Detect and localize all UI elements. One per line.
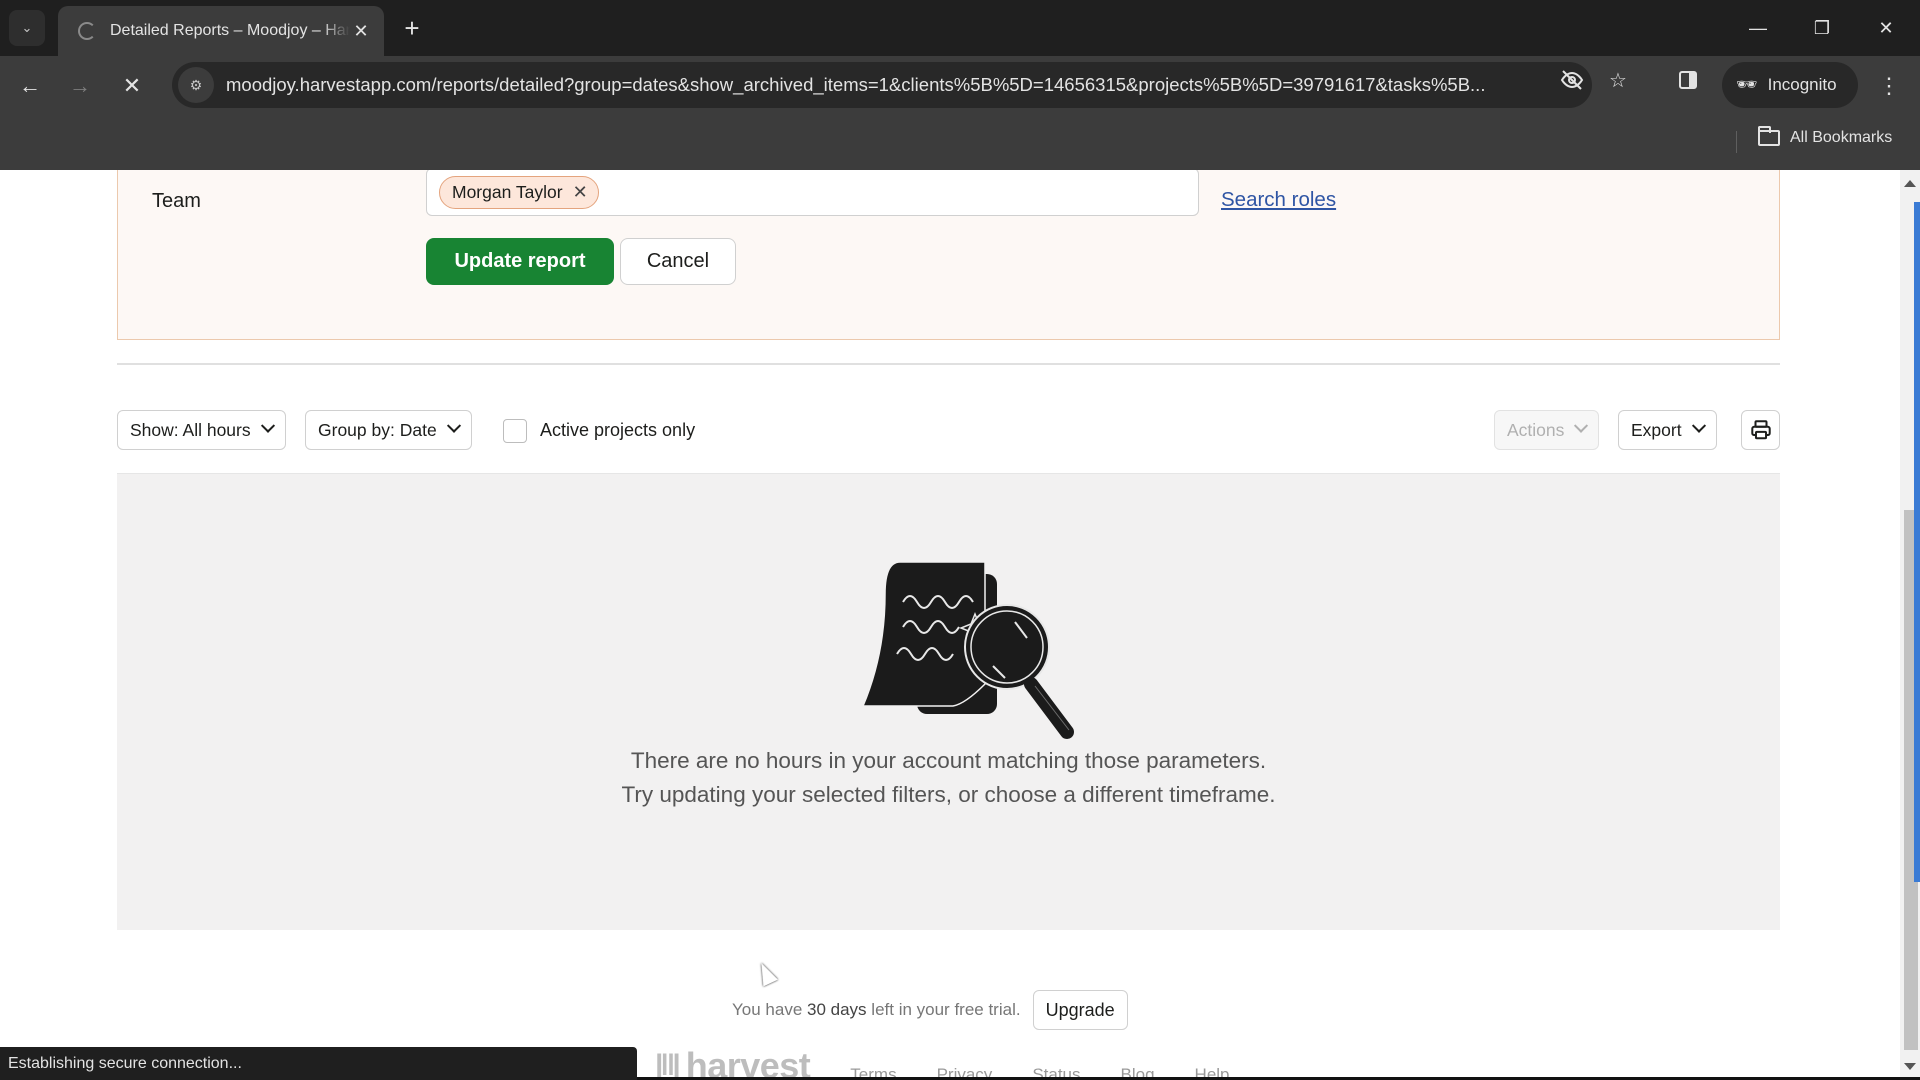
browser-status-bar: Establishing secure connection... (0, 1047, 637, 1080)
actions-dropdown[interactable]: Actions (1494, 410, 1600, 450)
scroll-thumb[interactable] (1914, 202, 1920, 882)
upgrade-button[interactable]: Upgrade (1032, 990, 1128, 1030)
site-settings-icon[interactable]: ⚙ (178, 67, 214, 103)
harvest-logo-text: harvest (685, 1045, 811, 1080)
window-close-button[interactable]: ✕ (1854, 0, 1918, 56)
show-hours-dropdown[interactable]: Show: All hours (117, 410, 286, 450)
folder-icon (1758, 126, 1780, 146)
scroll-up-arrow-icon[interactable] (1904, 180, 1916, 187)
loading-spinner-icon (78, 22, 96, 40)
chevron-down-icon (446, 418, 461, 433)
actions-label: Actions (1507, 419, 1565, 440)
update-report-button[interactable]: Update report (426, 238, 614, 285)
chevron-down-icon: ⌄ (21, 20, 33, 35)
team-chip-label: Morgan Taylor (452, 182, 563, 202)
eye-off-icon[interactable] (1558, 66, 1586, 94)
print-button[interactable] (1741, 410, 1780, 450)
empty-message-line2: Try updating your selected filters, or c… (621, 782, 1276, 807)
side-panel-icon[interactable] (1674, 66, 1702, 94)
export-dropdown[interactable]: Export (1618, 410, 1717, 450)
active-projects-label[interactable]: Active projects only (540, 420, 695, 441)
report-filter-panel: Team Morgan Taylor ✕ Search roles Update… (117, 170, 1780, 340)
trial-prefix: You have (732, 1000, 803, 1019)
forward-button[interactable]: → (62, 68, 98, 104)
printer-icon (1750, 420, 1771, 440)
bookmarks-bar: All Bookmarks (0, 115, 1920, 170)
address-bar[interactable]: ⚙ moodjoy.harvestapp.com/reports/detaile… (172, 62, 1592, 108)
export-label: Export (1631, 419, 1682, 440)
team-select-input[interactable]: Morgan Taylor ✕ (426, 170, 1199, 216)
search-roles-link[interactable]: Search roles (1221, 188, 1336, 212)
all-bookmarks-label: All Bookmarks (1790, 129, 1893, 146)
remove-chip-icon[interactable]: ✕ (573, 182, 588, 203)
restore-button[interactable]: ❐ (1790, 0, 1854, 56)
empty-results-panel: There are no hours in your account match… (117, 473, 1780, 930)
minimize-button[interactable]: — (1726, 0, 1790, 56)
scroll-down-arrow-icon[interactable] (1904, 1063, 1916, 1070)
chevron-down-icon (260, 418, 275, 433)
url-text[interactable]: moodjoy.harvestapp.com/reports/detailed?… (226, 74, 1551, 96)
bookmark-star-icon[interactable]: ☆ (1604, 66, 1632, 94)
browser-tabstrip: ⌄ Detailed Reports – Moodjoy – Harvest ✕… (0, 0, 1920, 56)
mouse-cursor-icon (754, 959, 778, 987)
tab-search-button[interactable]: ⌄ (9, 10, 45, 46)
section-divider (117, 363, 1780, 365)
page-footer: |‖| harvest Terms Privacy Status Blog He… (655, 1045, 1230, 1080)
incognito-label: Incognito (1767, 75, 1837, 94)
new-tab-button[interactable]: + (396, 12, 428, 44)
trial-suffix: left in your free trial. (871, 1000, 1021, 1019)
browser-toolbar: ← → ✕ ⚙ moodjoy.harvestapp.com/reports/d… (0, 56, 1920, 115)
incognito-icon: 🕶 (1736, 75, 1758, 94)
tab-title: Detailed Reports – Moodjoy – Harvest (110, 22, 350, 39)
team-chip: Morgan Taylor ✕ (439, 176, 599, 209)
trial-notice: You have 30 days left in your free trial… (732, 990, 1128, 1030)
active-projects-checkbox[interactable] (503, 419, 527, 443)
stop-loading-button[interactable]: ✕ (114, 68, 150, 104)
chevron-down-icon (1574, 418, 1589, 433)
cancel-button[interactable]: Cancel (620, 238, 736, 285)
bookmarks-separator (1736, 131, 1737, 153)
browser-menu-icon[interactable]: ⋮ (1874, 68, 1904, 104)
page-content: Team Morgan Taylor ✕ Search roles Update… (0, 170, 1900, 1080)
group-by-label: Group by: Date (318, 419, 437, 440)
harvest-logo[interactable]: |‖| harvest (655, 1045, 811, 1080)
show-hours-label: Show: All hours (130, 419, 251, 440)
group-by-dropdown[interactable]: Group by: Date (305, 410, 472, 450)
incognito-indicator[interactable]: 🕶 Incognito (1722, 62, 1858, 108)
page-scrollbar[interactable] (1900, 170, 1920, 1080)
all-bookmarks-button[interactable]: All Bookmarks (1758, 126, 1893, 147)
trial-days: 30 days (807, 1000, 867, 1019)
harvest-logo-mark-icon: |‖| (655, 1049, 681, 1080)
chevron-down-icon (1691, 418, 1706, 433)
tab-close-icon[interactable]: ✕ (350, 21, 372, 42)
team-label: Team (152, 190, 201, 212)
empty-message-line1: There are no hours in your account match… (630, 748, 1267, 773)
back-button[interactable]: ← (12, 68, 48, 104)
browser-tab-active[interactable]: Detailed Reports – Moodjoy – Harvest ✕ (58, 6, 384, 56)
document-search-icon (861, 561, 1074, 739)
